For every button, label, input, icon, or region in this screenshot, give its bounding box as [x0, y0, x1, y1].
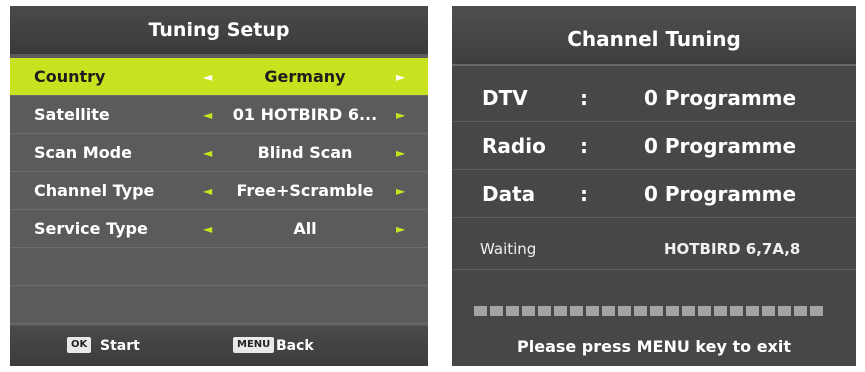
- progress-segment: [602, 306, 615, 316]
- count-row-dtv: DTV : 0 Programme: [452, 74, 856, 122]
- tuning-setup-panel: Tuning Setup Country ◄ Germany ► Satelli…: [10, 6, 428, 366]
- progress-segment: [794, 306, 807, 316]
- panel-title: Tuning Setup: [10, 6, 428, 54]
- count-value: 0 Programme: [644, 86, 797, 110]
- setting-label: Satellite: [34, 105, 110, 124]
- setting-value: 01 HOTBIRD 6...: [232, 105, 378, 124]
- separator: :: [580, 134, 588, 158]
- arrow-left-icon[interactable]: ◄: [203, 134, 212, 172]
- progress-segment: [746, 306, 759, 316]
- back-hint: Back: [276, 338, 314, 354]
- progress-segment: [538, 306, 551, 316]
- count-value: 0 Programme: [644, 182, 797, 206]
- setting-label: Scan Mode: [34, 143, 132, 162]
- count-row-radio: Radio : 0 Programme: [452, 122, 856, 170]
- exit-hint: Please press MENU key to exit: [517, 337, 791, 356]
- setting-label: Country: [34, 67, 106, 86]
- progress-segment: [618, 306, 631, 316]
- progress-segment: [778, 306, 791, 316]
- arrow-right-icon[interactable]: ►: [396, 96, 405, 134]
- setting-value: Germany: [264, 67, 346, 86]
- progress-segment: [586, 306, 599, 316]
- setting-value: Free+Scramble: [236, 181, 374, 200]
- count-label: Radio: [482, 134, 546, 158]
- empty-row: [10, 248, 428, 286]
- setting-value: All: [293, 219, 317, 238]
- count-label: DTV: [482, 86, 528, 110]
- setting-row-channel-type[interactable]: Channel Type ◄ Free+Scramble ►: [10, 172, 428, 210]
- setting-row-satellite[interactable]: Satellite ◄ 01 HOTBIRD 6... ►: [10, 96, 428, 134]
- start-hint: Start: [100, 338, 140, 354]
- arrow-right-icon[interactable]: ►: [396, 134, 405, 172]
- progress-segment: [682, 306, 695, 316]
- count-label: Data: [482, 182, 536, 206]
- channel-tuning-panel: Channel Tuning DTV : 0 Programme Radio :…: [452, 6, 856, 366]
- progress-segment: [474, 306, 487, 316]
- arrow-left-icon[interactable]: ◄: [203, 210, 212, 248]
- progress-bar: [474, 306, 823, 316]
- arrow-right-icon[interactable]: ►: [396, 210, 405, 248]
- status-label: Waiting: [480, 240, 537, 258]
- progress-segment: [554, 306, 567, 316]
- setting-row-scan-mode[interactable]: Scan Mode ◄ Blind Scan ►: [10, 134, 428, 172]
- setting-value: Blind Scan: [257, 143, 353, 162]
- progress-segment: [730, 306, 743, 316]
- progress-segment: [634, 306, 647, 316]
- progress-segment: [762, 306, 775, 316]
- setting-row-service-type[interactable]: Service Type ◄ All ►: [10, 210, 428, 248]
- progress-segment: [698, 306, 711, 316]
- arrow-right-icon[interactable]: ►: [396, 58, 405, 96]
- separator: :: [580, 86, 588, 110]
- panel-footer: OK Start MENU Back: [10, 326, 428, 366]
- menu-key-icon: MENU: [233, 337, 275, 353]
- ok-key-icon: OK: [67, 337, 92, 353]
- progress-segment: [650, 306, 663, 316]
- progress-segment: [522, 306, 535, 316]
- scan-status: Waiting HOTBIRD 6,7A,8: [452, 228, 856, 270]
- progress-segment: [506, 306, 519, 316]
- status-satellite: HOTBIRD 6,7A,8: [664, 240, 801, 258]
- progress-segment: [810, 306, 823, 316]
- panel-title: Channel Tuning: [452, 6, 856, 66]
- setting-label: Service Type: [34, 219, 148, 238]
- setting-row-country[interactable]: Country ◄ Germany ►: [10, 58, 428, 96]
- separator: :: [580, 182, 588, 206]
- progress-segment: [570, 306, 583, 316]
- progress-segment: [490, 306, 503, 316]
- count-row-data: Data : 0 Programme: [452, 170, 856, 218]
- arrow-right-icon[interactable]: ►: [396, 172, 405, 210]
- count-value: 0 Programme: [644, 134, 797, 158]
- progress-segment: [714, 306, 727, 316]
- arrow-left-icon[interactable]: ◄: [203, 96, 212, 134]
- empty-row: [10, 286, 428, 324]
- arrow-left-icon[interactable]: ◄: [203, 58, 212, 96]
- setting-label: Channel Type: [34, 181, 155, 200]
- arrow-left-icon[interactable]: ◄: [203, 172, 212, 210]
- progress-segment: [666, 306, 679, 316]
